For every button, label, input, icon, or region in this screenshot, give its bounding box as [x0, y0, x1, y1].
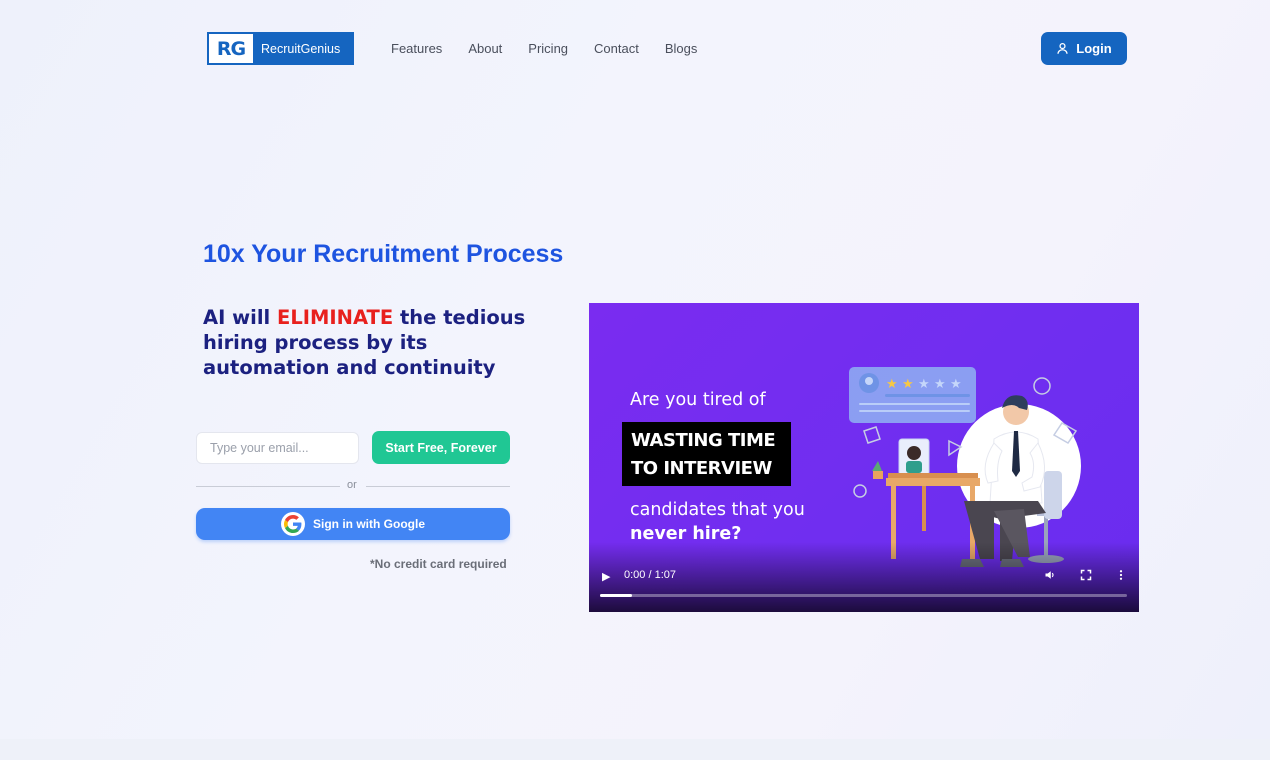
- video-progress-bar[interactable]: [600, 594, 1127, 597]
- nav-item-contact[interactable]: Contact: [594, 41, 639, 56]
- hero-subtitle-pre: AI will: [203, 306, 277, 329]
- divider-line-right: [366, 486, 510, 487]
- promo-video[interactable]: Are you tired of WASTING TIME TO INTERVI…: [589, 303, 1139, 612]
- email-input[interactable]: [196, 432, 359, 464]
- video-line3-pre: candidates that you: [630, 500, 805, 520]
- logo-name: RecruitGenius: [261, 41, 341, 56]
- play-icon[interactable]: ▶: [602, 570, 614, 583]
- video-box-line1: WASTING TIME: [631, 430, 776, 451]
- video-caption-line3: candidates that you never hire?: [630, 498, 830, 546]
- video-box-line2: TO INTERVIEW: [631, 458, 772, 479]
- svg-text:★: ★: [902, 377, 914, 392]
- svg-text:★: ★: [918, 377, 930, 392]
- hero-subtitle-highlight: ELIMINATE: [277, 306, 394, 329]
- video-progress-fill: [600, 594, 632, 597]
- video-caption-box: WASTING TIME TO INTERVIEW: [622, 422, 791, 486]
- hero-title: 10x Your Recruitment Process: [203, 240, 564, 268]
- nav-item-pricing[interactable]: Pricing: [528, 41, 568, 56]
- or-divider: or: [196, 479, 510, 493]
- nav-item-blogs[interactable]: Blogs: [665, 41, 698, 56]
- user-icon: [1057, 42, 1068, 54]
- login-label: Login: [1076, 41, 1112, 56]
- video-caption-line1: Are you tired of: [630, 390, 766, 410]
- main-nav: Features About Pricing Contact Blogs: [391, 41, 723, 56]
- svg-text:★: ★: [934, 377, 946, 392]
- video-line3-bold: never hire?: [630, 524, 742, 544]
- google-signin-label: Sign in with Google: [313, 517, 425, 531]
- fullscreen-icon[interactable]: [1079, 569, 1093, 584]
- video-time: 0:00 / 1:07: [624, 569, 676, 581]
- no-credit-card-note: *No credit card required: [370, 557, 507, 571]
- start-free-button[interactable]: Start Free, Forever: [372, 431, 510, 464]
- or-text: or: [347, 479, 357, 491]
- svg-text:★: ★: [886, 377, 898, 392]
- divider-line-left: [196, 486, 340, 487]
- svg-text:★: ★: [950, 377, 962, 392]
- page-bottom-strip: [0, 739, 1270, 760]
- login-button[interactable]: Login: [1041, 32, 1127, 65]
- more-options-icon[interactable]: [1114, 569, 1128, 584]
- logo-mark: RG: [209, 34, 253, 63]
- brand-logo[interactable]: RG RecruitGenius: [207, 32, 354, 65]
- google-icon: [281, 512, 305, 536]
- volume-icon[interactable]: [1043, 569, 1057, 584]
- nav-item-features[interactable]: Features: [391, 41, 442, 56]
- hero-subtitle: AI will ELIMINATE the tedious hiring pro…: [203, 305, 533, 380]
- nav-item-about[interactable]: About: [468, 41, 502, 56]
- google-signin-button[interactable]: Sign in with Google: [196, 508, 510, 540]
